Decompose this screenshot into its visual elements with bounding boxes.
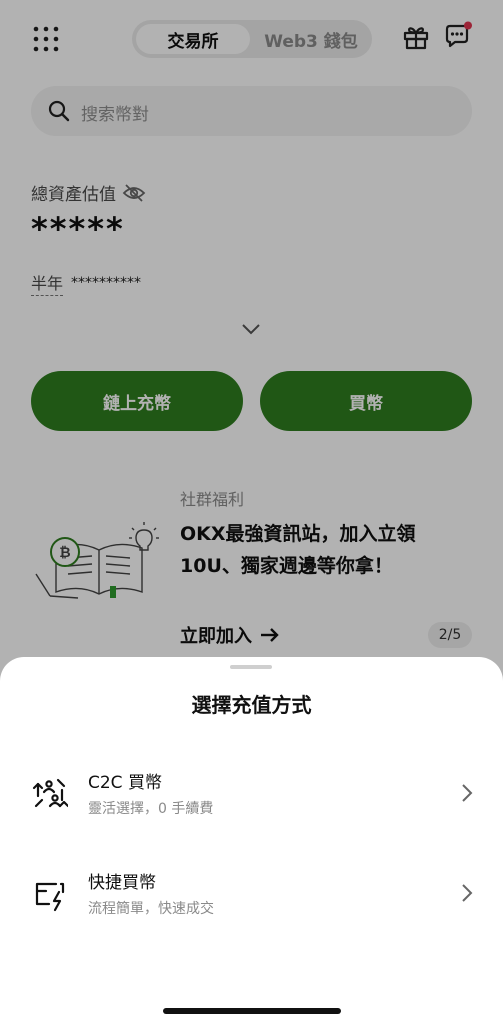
c2c-exchange-icon bbox=[32, 778, 68, 808]
option-quick-buy-subtitle: 流程簡單，快速成交 bbox=[88, 901, 214, 917]
chevron-right-icon bbox=[462, 784, 473, 802]
sheet-grabber[interactable] bbox=[230, 665, 272, 669]
home-indicator[interactable] bbox=[163, 1008, 341, 1014]
option-c2c-subtitle: 靈活選擇，0 手續費 bbox=[88, 801, 214, 817]
option-c2c-title: C2C 買幣 bbox=[88, 773, 162, 793]
chevron-right-icon bbox=[462, 884, 473, 902]
option-quick-buy-title: 快捷買幣 bbox=[88, 873, 156, 893]
option-c2c-buy[interactable]: C2C 買幣 靈活選擇，0 手續費 bbox=[0, 754, 503, 834]
option-quick-buy[interactable]: 快捷買幣 流程簡單，快速成交 bbox=[0, 854, 503, 934]
sheet-title: 選擇充值方式 bbox=[191, 693, 312, 717]
deposit-method-sheet: 選擇充值方式 C2C 買幣 靈活選擇，0 手續費 快捷買幣 流程簡單，快速成交 bbox=[0, 657, 503, 1024]
quick-buy-icon bbox=[35, 882, 65, 912]
